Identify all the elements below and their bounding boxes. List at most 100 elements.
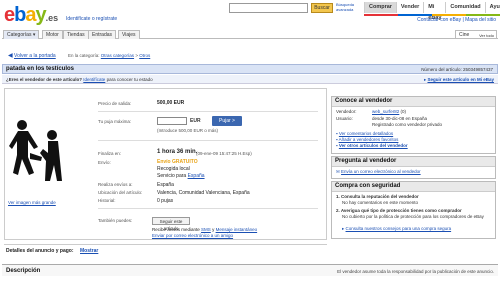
nav-comunidad[interactable]: Comunidad bbox=[445, 2, 484, 13]
safety-step-1-text: No hay comentarios en este momento bbox=[342, 200, 419, 205]
item-title-bar: patada en los testículos Número del artí… bbox=[2, 64, 498, 74]
back-arrow-icon: ◀ bbox=[8, 53, 13, 59]
divider bbox=[98, 208, 318, 209]
history-value: 0 pujas bbox=[157, 198, 174, 204]
alerts-and: y bbox=[212, 227, 215, 232]
breadcrumb-item-1[interactable]: Otras categorías bbox=[101, 53, 134, 58]
also-label: También puedes: bbox=[98, 218, 133, 223]
email-friend-link[interactable]: Enviar por correo electrónico a un amigo bbox=[152, 233, 233, 238]
logo-a: a bbox=[25, 4, 36, 26]
seller-question-text: ¿Eres el vendedor de este artículo? bbox=[6, 77, 83, 82]
ask-seller-box: Pregunta al vendedor bbox=[331, 156, 496, 179]
end-label: Finaliza en: bbox=[98, 151, 122, 156]
seller-name-line: web_surfer82 (0) bbox=[372, 109, 406, 115]
breadcrumb-item-2[interactable]: Otros bbox=[139, 53, 150, 58]
tab-entradas[interactable]: Entradas bbox=[88, 30, 117, 39]
follow-in-myebay[interactable]: ▸ Seguir este artículo en Mi eBay bbox=[424, 77, 494, 83]
tab-viajes[interactable]: Viajes bbox=[118, 30, 140, 39]
seller-name-link[interactable]: web_surfer82 bbox=[372, 109, 399, 114]
alerts-line: Recibe avisos mediante SMS y Mensaje ins… bbox=[152, 227, 257, 232]
tab-motor[interactable]: Motor bbox=[42, 30, 63, 39]
ask-seller-line[interactable]: ✉ Envía un correo electrónico al vendedo… bbox=[336, 169, 421, 175]
safety-tips-link[interactable]: Consulta nuestros consejos para una comp… bbox=[346, 226, 452, 231]
arrow-icon: ▸ bbox=[423, 77, 427, 82]
nav-comprar[interactable]: Comprar bbox=[364, 2, 396, 13]
tab-cine[interactable]: Cine Ver todo bbox=[455, 30, 497, 39]
envelope-icon: ✉ bbox=[336, 169, 340, 174]
seller-box-title: Conoce al vendedor bbox=[332, 97, 495, 107]
description-title: Descripción bbox=[6, 268, 41, 274]
shipping-service: Servicio para España bbox=[157, 173, 205, 179]
top-nav: Comprar Vender Mi eBay Comunidad Ayuda bbox=[364, 2, 500, 21]
figure-right-head bbox=[47, 130, 57, 140]
shipping-service-text: Servicio para bbox=[157, 173, 187, 179]
tab-categorias[interactable]: Categorías ▾ bbox=[3, 30, 40, 39]
shipping-country-link[interactable]: España bbox=[188, 173, 205, 179]
bullet-icon: ▪ bbox=[336, 143, 338, 148]
description-bar: Descripción El vendedor asume toda la re… bbox=[2, 264, 498, 276]
email-seller-link[interactable]: Envía un correo electrónico al vendedor bbox=[341, 169, 421, 174]
nav-mi-ebay[interactable]: Mi eBay bbox=[423, 2, 445, 21]
bullet-icon: ▪ bbox=[336, 131, 338, 136]
item-photo[interactable] bbox=[8, 113, 63, 191]
details-show-link[interactable]: Mostrar bbox=[80, 248, 98, 254]
max-bid-label: Tu puja máxima: bbox=[98, 119, 132, 124]
back-link-text[interactable]: Volver a la portada bbox=[14, 53, 56, 59]
ebay-logo[interactable]: ebay.es bbox=[4, 4, 66, 26]
shipping-free: Envío GRATUITO bbox=[157, 159, 198, 165]
ships-to-value: España bbox=[157, 182, 174, 188]
location-value: Valencia, Comunidad Valenciana, España bbox=[157, 190, 250, 196]
logo-y: y bbox=[35, 4, 46, 26]
identify-link[interactable]: Identifícate bbox=[83, 77, 105, 82]
nav-ayuda[interactable]: Ayuda bbox=[484, 2, 500, 13]
im-link[interactable]: Mensaje instantáneo bbox=[216, 227, 258, 232]
contact-links[interactable]: Contactar con eBay | Mapa del sitio bbox=[417, 17, 496, 23]
figure-left-head bbox=[17, 120, 27, 130]
seller-question-bar: ¿Eres el vendedor de este artículo? Iden… bbox=[2, 75, 498, 84]
start-price-label: Precio de salida: bbox=[98, 101, 132, 106]
alerts-text: Recibe avisos mediante bbox=[152, 227, 200, 232]
nav-vender[interactable]: Vender bbox=[395, 2, 423, 13]
search-input[interactable] bbox=[229, 3, 308, 13]
seller-score: (0) bbox=[400, 109, 407, 114]
logo-suffix: .es bbox=[45, 13, 59, 23]
tab-cine-label: Cine bbox=[459, 32, 470, 38]
brand-color-bar bbox=[364, 14, 500, 16]
history-label: Historial: bbox=[98, 198, 116, 203]
search-button[interactable]: Buscar bbox=[311, 3, 333, 13]
shipping-pickup: Recogida local bbox=[157, 166, 190, 172]
arrow-icon: ▸ bbox=[342, 226, 345, 231]
seller-label: Vendedor: bbox=[336, 109, 357, 114]
breadcrumb: En la categoría: Otras categorías > Otro… bbox=[68, 53, 150, 58]
registered-private: Registrado como vendedor privado bbox=[372, 122, 443, 127]
back-link[interactable]: ◀ Volver a la portada bbox=[8, 52, 56, 59]
bid-input[interactable] bbox=[157, 117, 187, 125]
divider bbox=[98, 140, 318, 141]
larger-image-link[interactable]: Ver imagen más grande bbox=[8, 200, 56, 205]
email-friend-line: Enviar por correo electrónico a un amigo bbox=[152, 233, 233, 238]
bid-hint: (Introduce 500,00 EUR o más) bbox=[157, 128, 219, 133]
member-label: Usuario: bbox=[336, 116, 353, 121]
bullet-icon: ▪ bbox=[336, 137, 338, 142]
safety-tips-line[interactable]: ▸ Consulta nuestros consejos para una co… bbox=[342, 226, 451, 232]
other-items-link[interactable]: Ver otros artículos del vendedor bbox=[339, 143, 408, 148]
end-date: (09-ene-09 15:47:25 H.Esp) bbox=[196, 151, 252, 156]
start-price: 500,00 EUR bbox=[157, 100, 185, 106]
sms-link[interactable]: SMS bbox=[201, 227, 211, 232]
tab-cine-sub: Ver todo bbox=[479, 33, 494, 38]
advanced-search-link[interactable]: Búsqueda avanzada bbox=[336, 2, 362, 12]
larger-image-link-text[interactable]: Ver imagen más grande bbox=[8, 200, 56, 205]
detailed-feedback-link[interactable]: Ver comentarios detallados bbox=[339, 131, 393, 136]
bid-button[interactable]: Pujar > bbox=[212, 116, 242, 126]
divider bbox=[98, 111, 318, 112]
add-favorite-seller-link[interactable]: Añadir a vendedores favoritos bbox=[339, 137, 399, 142]
buy-safely-title: Compra con seguridad bbox=[332, 182, 495, 192]
seller-link-3[interactable]: ▪ Ver otros artículos del vendedor bbox=[336, 143, 408, 149]
item-title: patada en los testículos bbox=[6, 66, 75, 72]
login-link[interactable]: Identifícate o regístrate bbox=[66, 16, 117, 22]
location-label: Ubicación del artículo: bbox=[98, 190, 143, 195]
logo-e: e bbox=[4, 4, 15, 26]
follow-item-button[interactable]: Seguir este artículo bbox=[152, 217, 190, 231]
tab-tiendas[interactable]: Tiendas bbox=[63, 30, 89, 39]
follow-in-myebay-link[interactable]: Seguir este artículo en Mi eBay bbox=[427, 77, 494, 82]
